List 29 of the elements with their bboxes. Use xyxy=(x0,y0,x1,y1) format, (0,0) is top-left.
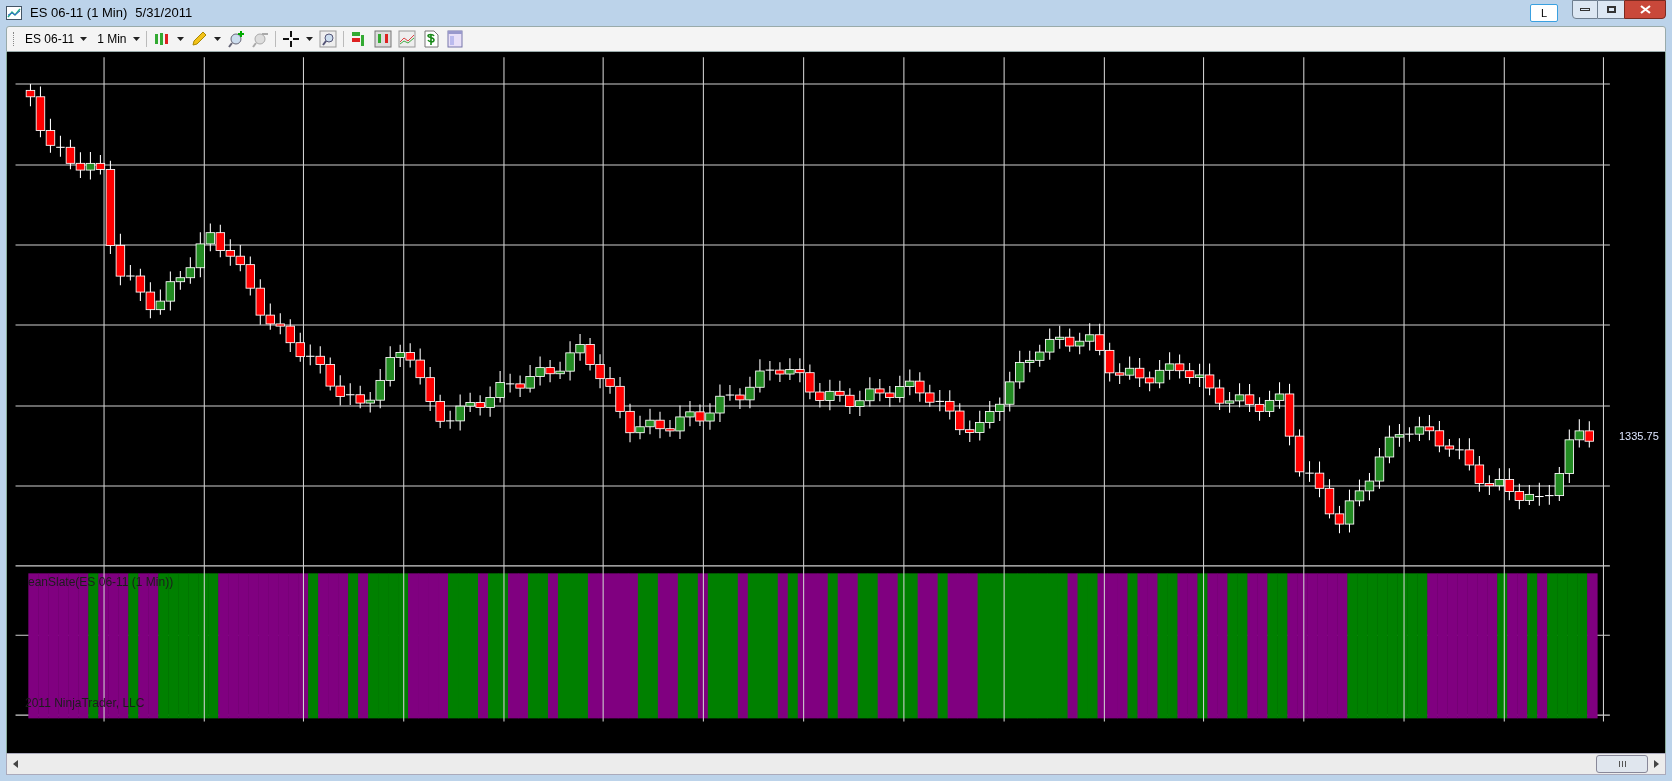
window-title: ES 06-11 (1 Min) xyxy=(30,4,128,23)
instrument-dropdown[interactable]: ES 06-11 xyxy=(25,30,88,48)
maximize-button[interactable] xyxy=(1598,0,1624,19)
close-icon xyxy=(1639,5,1651,14)
minimize-button[interactable] xyxy=(1572,0,1598,19)
search-icon[interactable] xyxy=(318,30,337,48)
caret-icon[interactable] xyxy=(80,37,88,41)
dollar-icon[interactable] xyxy=(421,30,440,48)
zoom-in-icon[interactable] xyxy=(226,30,245,48)
caret-icon[interactable] xyxy=(213,37,221,41)
scrollbar-thumb[interactable] xyxy=(1596,755,1648,773)
scroll-right-icon[interactable] xyxy=(1654,760,1659,768)
close-button[interactable] xyxy=(1624,0,1666,19)
horizontal-scrollbar[interactable] xyxy=(6,753,1666,775)
scroll-left-icon[interactable] xyxy=(13,760,18,768)
crosshair-icon[interactable] xyxy=(281,30,300,48)
caret-icon[interactable] xyxy=(132,37,140,41)
grip-icon xyxy=(1618,761,1626,767)
chart-app-icon xyxy=(6,6,22,20)
candlestick-icon[interactable] xyxy=(152,30,171,48)
caret-icon[interactable] xyxy=(305,37,313,41)
price-label: 1335.75 xyxy=(1619,429,1659,444)
window-date: 5/31/2011 xyxy=(135,4,193,23)
caret-icon[interactable] xyxy=(176,37,184,41)
interval-dropdown[interactable]: 1 Min xyxy=(97,30,140,48)
candles-icon[interactable] xyxy=(373,30,392,48)
link-button[interactable]: L xyxy=(1530,4,1558,22)
line-chart-icon[interactable] xyxy=(397,30,416,48)
pencil-icon[interactable] xyxy=(189,30,208,48)
